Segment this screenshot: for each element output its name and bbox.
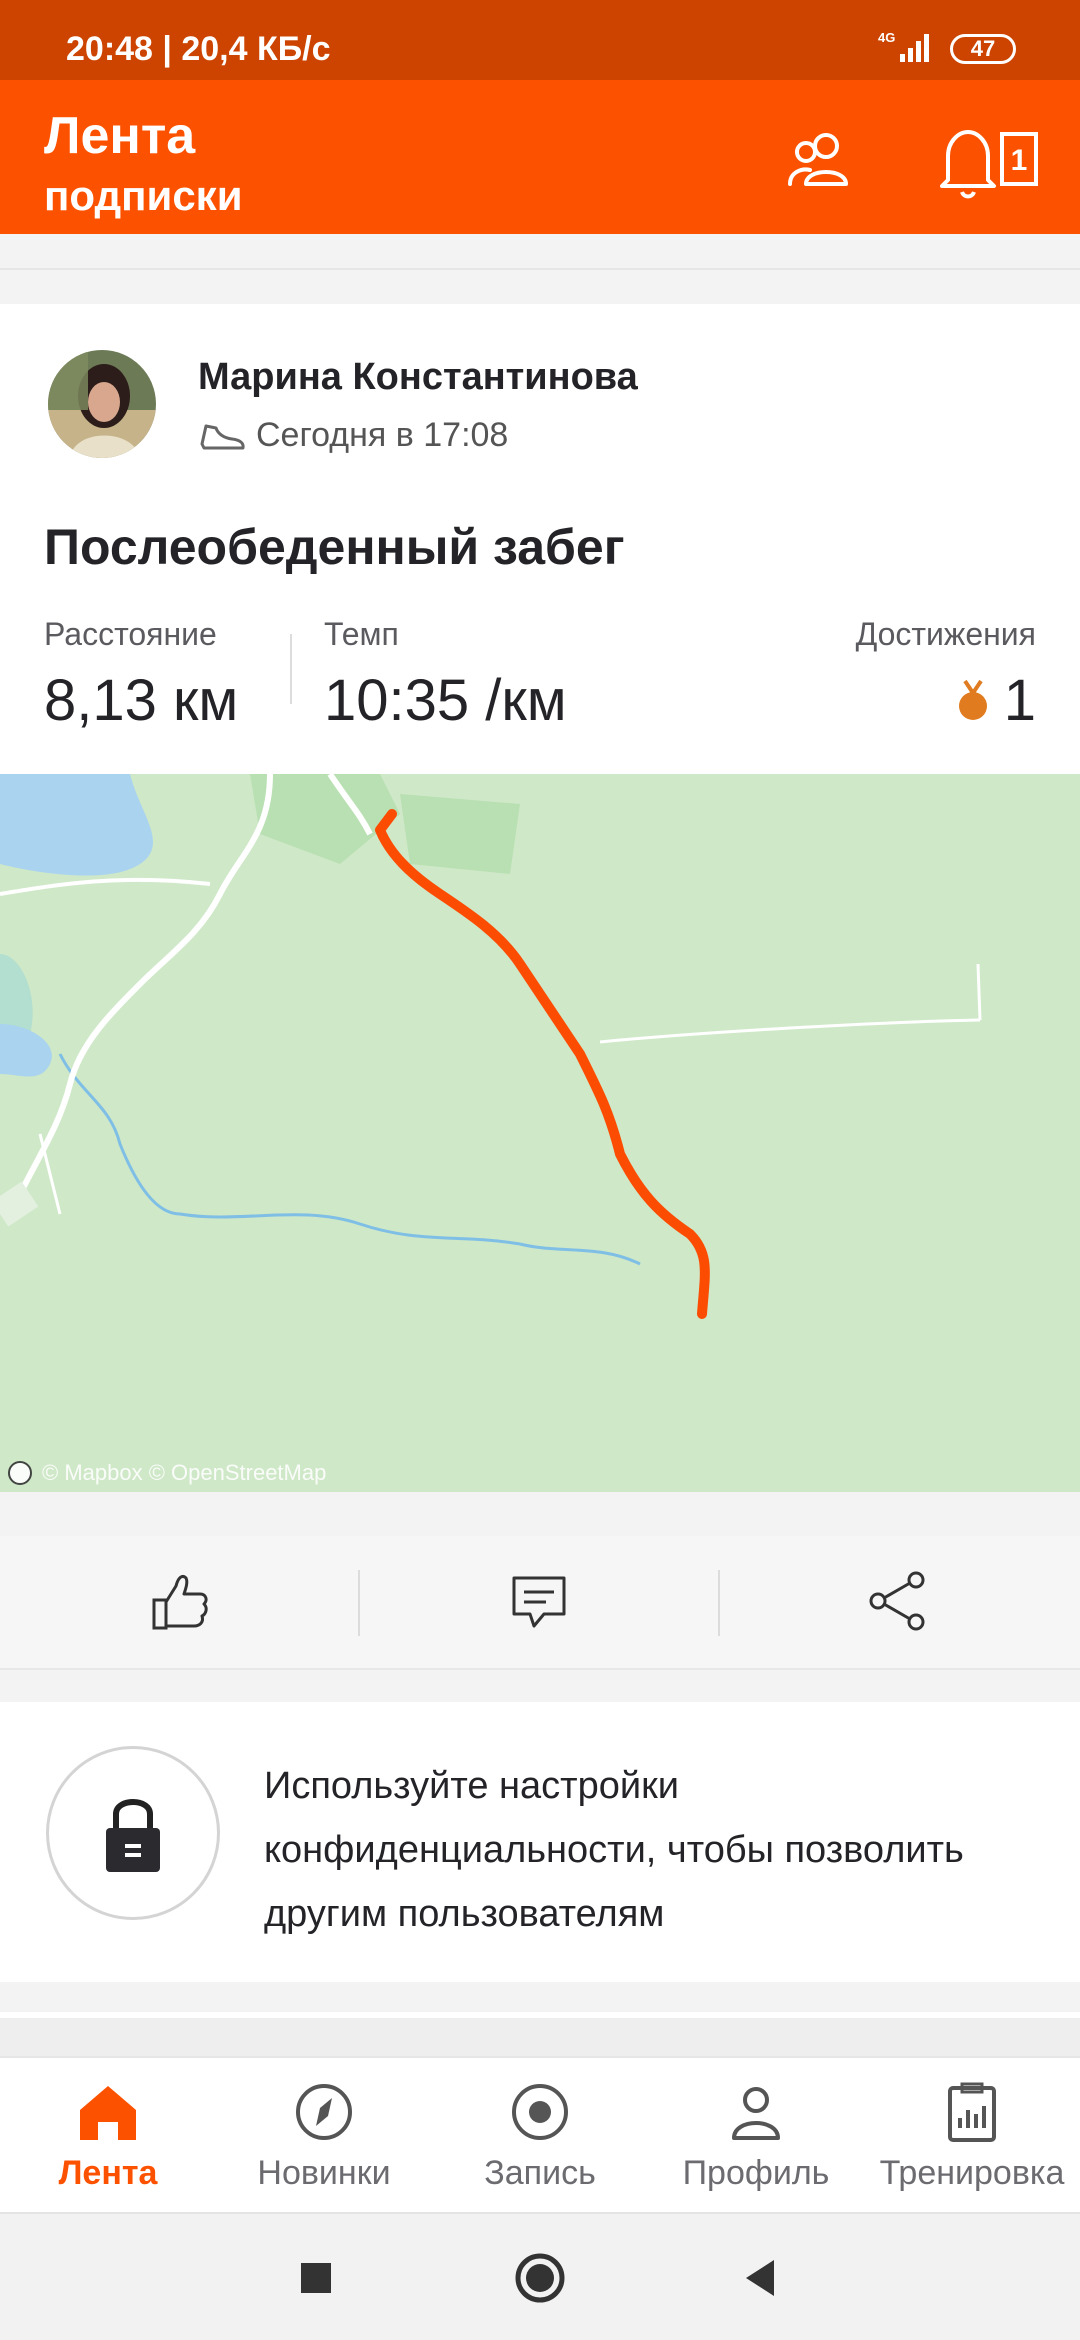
nav-item-explore[interactable]: Новинки (216, 2058, 432, 2214)
stat-divider (290, 634, 292, 704)
nav-item-label: Лента (58, 2154, 158, 2192)
notification-count: 1 (1011, 144, 1028, 177)
signal-icon: 4G (878, 30, 929, 62)
stat-distance-label: Расстояние (44, 616, 217, 652)
mapbox-logo-icon (8, 1461, 32, 1485)
share-icon[interactable] (864, 1566, 934, 1636)
action-divider (718, 1570, 720, 1636)
athlete-name[interactable]: Марина Константинова (198, 356, 638, 399)
compass-icon (296, 2084, 352, 2140)
notifications-bell-icon[interactable]: 1 (928, 122, 1048, 202)
activity-route (375, 809, 710, 1319)
privacy-prompt-text: Используйте настройки конфиденциальности… (264, 1765, 964, 1935)
action-divider (358, 1570, 360, 1636)
nav-item-label: Новинки (257, 2154, 391, 2192)
activity-card[interactable]: Марина Константинова Сегодня в 17:08 Пос… (0, 304, 1080, 774)
map-attribution[interactable]: © Mapbox © OpenStreetMap (8, 1460, 326, 1486)
nav-item-training[interactable]: Тренировка (864, 2058, 1080, 2214)
home-icon (80, 2086, 136, 2140)
activity-map[interactable]: © Mapbox © OpenStreetMap (0, 774, 1080, 1492)
status-bar: 20:48 | 20,4 КБ/с 4G 47 (0, 0, 1080, 80)
feed-top-spacer (0, 234, 1080, 304)
record-icon (512, 2084, 568, 2140)
stat-pace: Темп 10:35 /км (324, 616, 567, 734)
activity-meta: Сегодня в 17:08 (198, 416, 508, 455)
nav-item-profile[interactable]: Профиль (648, 2058, 864, 2214)
system-navigation-bar (0, 2212, 1080, 2340)
lake (0, 774, 153, 876)
stat-pace-label: Темп (324, 616, 399, 652)
separator (0, 1492, 1080, 1536)
stat-pace-value: 10:35 /км (324, 668, 567, 733)
bottom-navigation: Лента Новинки Запись Профиль Тренировка (0, 2056, 1080, 2212)
recent-apps-icon[interactable] (286, 2248, 346, 2308)
separator (0, 1982, 1080, 2018)
app-bar: Лента подписки 1 (0, 80, 1080, 234)
home-button-icon[interactable] (510, 2248, 570, 2308)
comment-icon[interactable] (504, 1566, 574, 1636)
feed-filter-subtitle[interactable]: подписки (44, 172, 243, 220)
stat-achievements-label: Достижения (855, 616, 1036, 652)
running-shoe-icon (200, 424, 245, 449)
kudos-thumbs-up-icon[interactable] (144, 1566, 214, 1636)
separator (0, 1670, 1080, 1702)
map-attribution-text: © Mapbox © OpenStreetMap (42, 1460, 327, 1485)
battery-level: 47 (970, 36, 996, 61)
stat-achievements[interactable]: Достижения 1 (856, 616, 1036, 734)
lock-icon (106, 1799, 160, 1872)
find-friends-icon[interactable] (780, 122, 860, 202)
profile-icon (732, 2087, 780, 2140)
nav-item-label: Запись (484, 2154, 596, 2192)
nav-item-label: Тренировка (879, 2154, 1065, 2192)
stat-achievements-value: 1 (1003, 668, 1036, 733)
back-button-icon[interactable] (734, 2248, 794, 2308)
nav-item-feed[interactable]: Лента (0, 2058, 216, 2214)
activity-timestamp: Сегодня в 17:08 (256, 416, 509, 454)
page-title: Лента (44, 107, 196, 165)
medal-icon (958, 679, 987, 720)
avatar[interactable] (48, 350, 156, 458)
training-icon (948, 2082, 996, 2142)
status-time: 20:48 | 20,4 КБ/с (66, 30, 331, 68)
nav-item-label: Профиль (682, 2154, 830, 2192)
stat-distance: Расстояние 8,13 км (44, 616, 238, 734)
activity-actions (0, 1536, 1080, 1670)
privacy-prompt-card[interactable]: Используйте настройки конфиденциальности… (0, 1702, 1080, 1982)
lock-badge (46, 1746, 220, 1920)
svg-text:4G: 4G (878, 30, 895, 45)
activity-title[interactable]: Послеобеденный забег (44, 518, 625, 576)
battery-icon: 47 (950, 34, 1016, 64)
route-map (0, 774, 982, 1319)
nav-item-record[interactable]: Запись (432, 2058, 648, 2214)
stat-distance-value: 8,13 км (44, 668, 239, 733)
